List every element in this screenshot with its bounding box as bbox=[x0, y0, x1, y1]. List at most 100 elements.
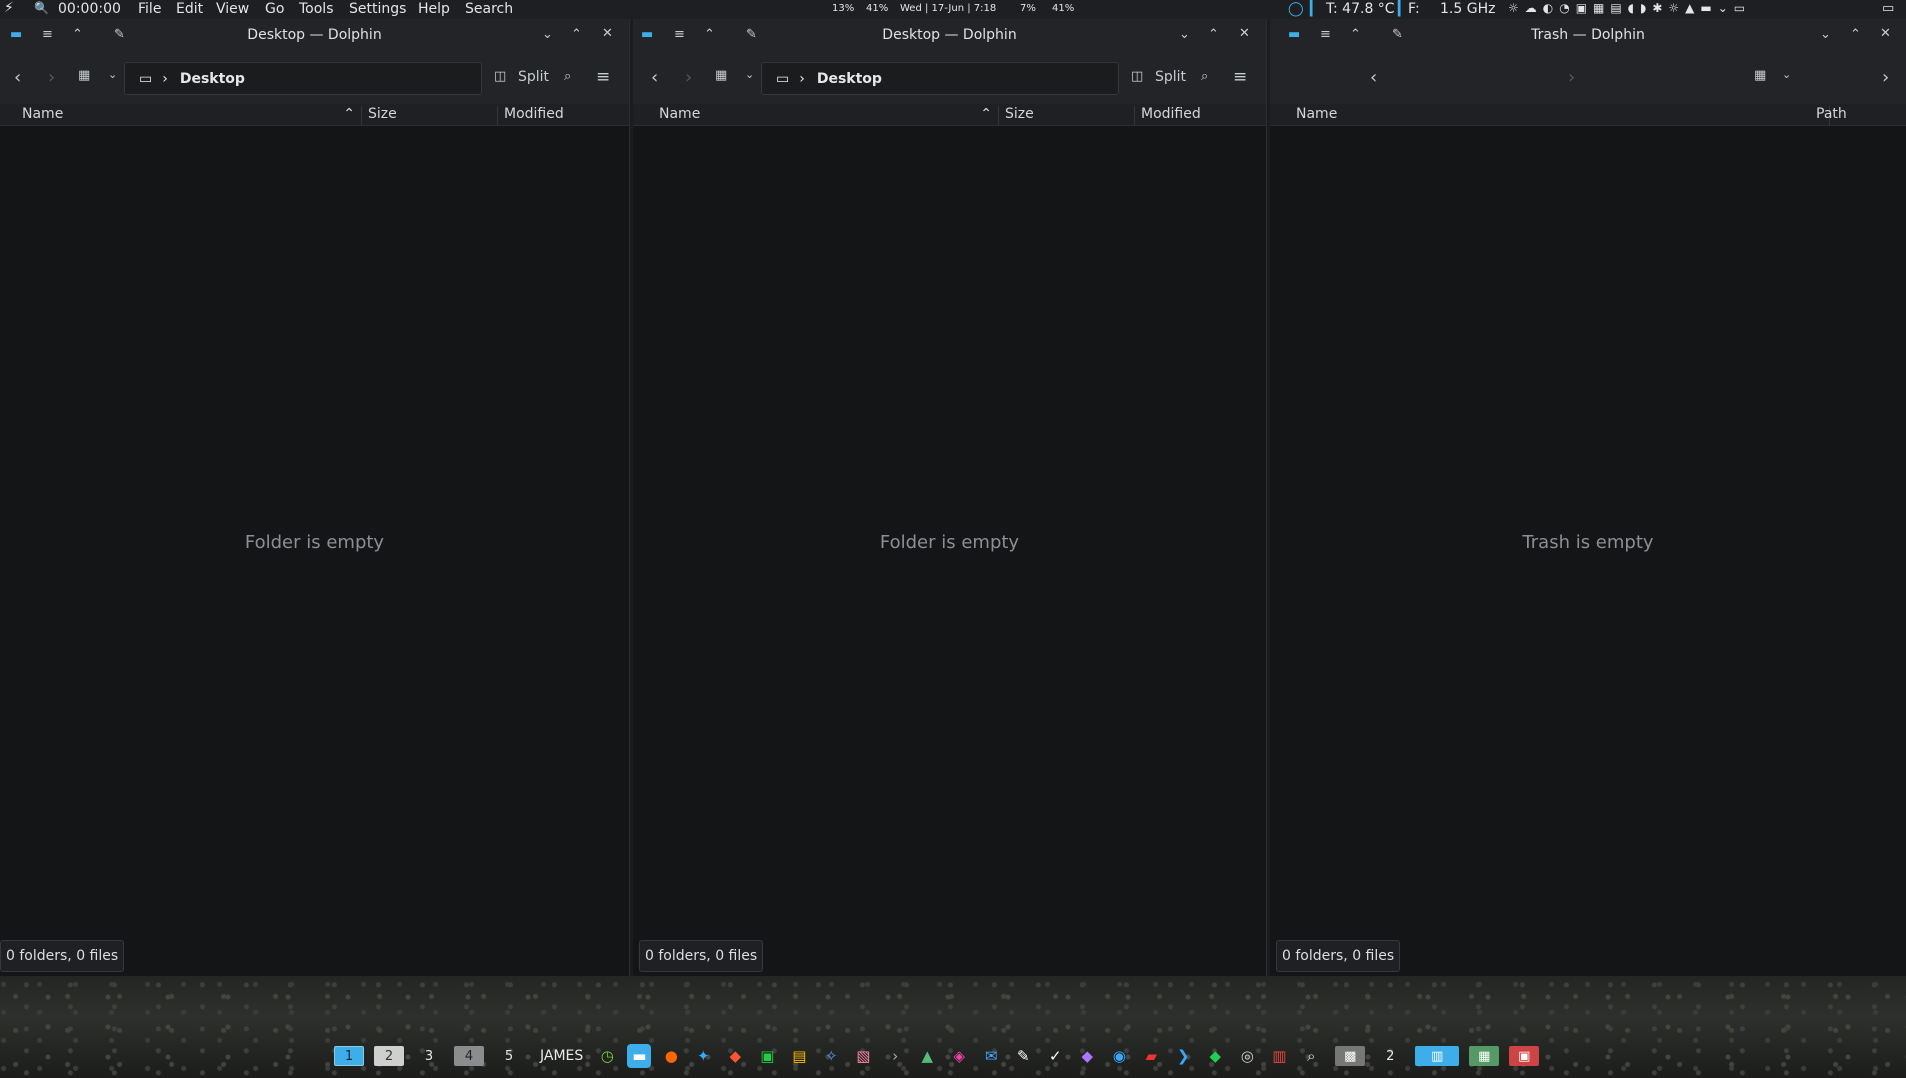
column-size[interactable]: Size bbox=[362, 106, 498, 126]
forward-icon[interactable]: › bbox=[48, 67, 55, 88]
view-mode-dropdown-icon[interactable]: ⌄ bbox=[108, 68, 117, 81]
keep-above-icon[interactable]: ⌃ bbox=[704, 27, 715, 42]
view-mode-icon[interactable]: ▦ bbox=[1754, 68, 1766, 83]
column-name[interactable]: Name ⌃ bbox=[16, 106, 362, 126]
workspace-4[interactable]: 4 bbox=[454, 1046, 484, 1066]
close-icon[interactable]: ✕ bbox=[1239, 26, 1250, 41]
menu-edit[interactable]: Edit bbox=[176, 1, 203, 17]
pin-icon[interactable]: ✎ bbox=[114, 27, 125, 42]
browser-icon[interactable]: ✦ bbox=[691, 1044, 715, 1068]
pin-icon[interactable]: ✎ bbox=[746, 27, 757, 42]
view-mode-dropdown-icon[interactable]: ⌄ bbox=[1782, 68, 1791, 81]
firefox-icon[interactable]: ● bbox=[659, 1044, 683, 1068]
close-icon[interactable]: ✕ bbox=[602, 26, 613, 41]
location-bar[interactable]: ▭ › Desktop bbox=[761, 62, 1119, 95]
menu-go[interactable]: Go bbox=[265, 1, 284, 17]
window-menu-icon[interactable]: ≡ bbox=[1320, 27, 1331, 42]
editor-icon[interactable]: ✎ bbox=[1011, 1044, 1035, 1068]
split-button[interactable]: Split bbox=[518, 69, 549, 85]
maximize-icon[interactable]: ⌃ bbox=[1208, 27, 1219, 42]
menu-search[interactable]: Search bbox=[465, 1, 513, 17]
pager-icon[interactable]: ▥ bbox=[1415, 1046, 1460, 1066]
close-icon[interactable]: ✕ bbox=[1880, 26, 1891, 41]
dolphin-task-icon[interactable]: ▬ bbox=[627, 1044, 652, 1068]
kde-logo-icon[interactable]: ⚡ bbox=[4, 0, 14, 16]
thunderbird-icon[interactable]: ◉ bbox=[1107, 1044, 1131, 1068]
view-mode-icon[interactable]: ▦ bbox=[715, 68, 727, 83]
column-size[interactable]: Size bbox=[999, 106, 1135, 126]
maximize-icon[interactable]: ⌃ bbox=[571, 27, 582, 42]
vscode-icon[interactable]: ❯ bbox=[1171, 1044, 1195, 1068]
menu-tools[interactable]: Tools bbox=[299, 1, 334, 17]
search-icon[interactable]: ⌕ bbox=[564, 69, 571, 84]
minimize-icon[interactable]: ⌄ bbox=[1820, 27, 1831, 42]
forward-icon[interactable]: › bbox=[685, 67, 692, 88]
notes-icon[interactable]: ◈ bbox=[947, 1044, 971, 1068]
desktop-2-label[interactable]: 2 bbox=[1375, 1046, 1405, 1066]
terminal-icon[interactable]: › bbox=[883, 1044, 907, 1068]
back-icon[interactable]: ‹ bbox=[651, 67, 658, 88]
column-modified[interactable]: Modified bbox=[498, 106, 630, 126]
breadcrumb-desktop[interactable]: Desktop bbox=[180, 71, 245, 87]
split-icon[interactable]: ◫ bbox=[1131, 69, 1143, 84]
minimize-icon[interactable]: ⌄ bbox=[1179, 27, 1190, 42]
meet-icon[interactable]: ▤ bbox=[787, 1044, 811, 1068]
location-bar[interactable]: ▭ › Desktop bbox=[124, 62, 482, 95]
maximize-icon[interactable]: ⌃ bbox=[1850, 27, 1861, 42]
back-icon[interactable]: ‹ bbox=[14, 67, 21, 88]
git-icon[interactable]: ◆ bbox=[1203, 1044, 1227, 1068]
column-name[interactable]: Name bbox=[1290, 106, 1830, 126]
hamburger-menu-icon[interactable]: ≡ bbox=[1233, 67, 1247, 87]
screenshot-icon[interactable]: ▧ bbox=[851, 1044, 875, 1068]
minimize-icon[interactable]: ⌄ bbox=[542, 27, 553, 42]
search-icon[interactable]: 🔍 bbox=[34, 1, 49, 15]
menu-settings[interactable]: Settings bbox=[349, 1, 406, 17]
breadcrumb-desktop[interactable]: Desktop bbox=[817, 71, 882, 87]
clock-app-icon[interactable]: ◷ bbox=[595, 1044, 619, 1068]
show-desktop-icon[interactable]: ▭ bbox=[1882, 1, 1894, 16]
workspace-2[interactable]: 2 bbox=[374, 1046, 404, 1066]
gemini-icon[interactable]: ✧ bbox=[819, 1044, 843, 1068]
tray-app-icon[interactable]: ▩ bbox=[1335, 1046, 1366, 1066]
menu-file[interactable]: File bbox=[138, 1, 161, 17]
column-name[interactable]: Name ⌃ bbox=[653, 106, 999, 126]
view-mode-icon[interactable]: ▦ bbox=[78, 68, 90, 83]
office-icon[interactable]: ✓ bbox=[1043, 1044, 1067, 1068]
store-icon[interactable]: ▥ bbox=[1267, 1044, 1291, 1068]
back-icon[interactable]: ‹ bbox=[1370, 67, 1377, 88]
more-toolbar-icon[interactable]: › bbox=[1882, 67, 1889, 88]
ring-icon[interactable]: ◯ bbox=[1288, 1, 1304, 17]
workspace-1[interactable]: 1 bbox=[334, 1046, 364, 1066]
keep-above-icon[interactable]: ⌃ bbox=[72, 27, 83, 42]
obsidian-icon[interactable]: ◆ bbox=[1075, 1044, 1099, 1068]
workspace-5[interactable]: 5 bbox=[494, 1046, 524, 1066]
monitor-icon[interactable]: ▦ bbox=[1469, 1046, 1500, 1066]
dolphin-app-icon[interactable]: ▬ bbox=[10, 27, 22, 42]
search-icon[interactable]: ⌕ bbox=[1201, 69, 1208, 84]
workspace-3[interactable]: 3 bbox=[414, 1046, 444, 1066]
chat-icon[interactable]: ▣ bbox=[755, 1044, 779, 1068]
steam-icon[interactable]: ◎ bbox=[1235, 1044, 1259, 1068]
tray-icons[interactable]: ☼☁◐◔▣▦▤◖◗✱☼▲▬⌄▭ bbox=[1508, 1, 1751, 15]
menu-view[interactable]: View bbox=[216, 1, 249, 17]
keep-above-icon[interactable]: ⌃ bbox=[1350, 27, 1361, 42]
dolphin-app-icon[interactable]: ▬ bbox=[1288, 27, 1300, 42]
record-icon[interactable]: ▣ bbox=[1509, 1046, 1540, 1066]
window-menu-icon[interactable]: ≡ bbox=[674, 27, 685, 42]
hamburger-menu-icon[interactable]: ≡ bbox=[596, 67, 610, 87]
search-icon[interactable]: ⌕ bbox=[1299, 1044, 1323, 1068]
window-menu-icon[interactable]: ≡ bbox=[42, 27, 53, 42]
brave-icon[interactable]: ◆ bbox=[723, 1044, 747, 1068]
pin-icon[interactable]: ✎ bbox=[1392, 27, 1403, 42]
image-viewer-icon[interactable]: ▲ bbox=[915, 1044, 939, 1068]
split-button[interactable]: Split bbox=[1155, 69, 1186, 85]
forward-icon[interactable]: › bbox=[1568, 67, 1575, 88]
pdf-icon[interactable]: ▰ bbox=[1139, 1044, 1163, 1068]
dolphin-app-icon[interactable]: ▬ bbox=[641, 27, 653, 42]
menu-help[interactable]: Help bbox=[418, 1, 450, 17]
mail-icon[interactable]: ✉ bbox=[979, 1044, 1003, 1068]
column-modified[interactable]: Modified bbox=[1135, 106, 1267, 126]
view-mode-dropdown-icon[interactable]: ⌄ bbox=[745, 68, 754, 81]
column-path[interactable]: Path bbox=[1810, 106, 1906, 126]
split-icon[interactable]: ◫ bbox=[494, 69, 506, 84]
